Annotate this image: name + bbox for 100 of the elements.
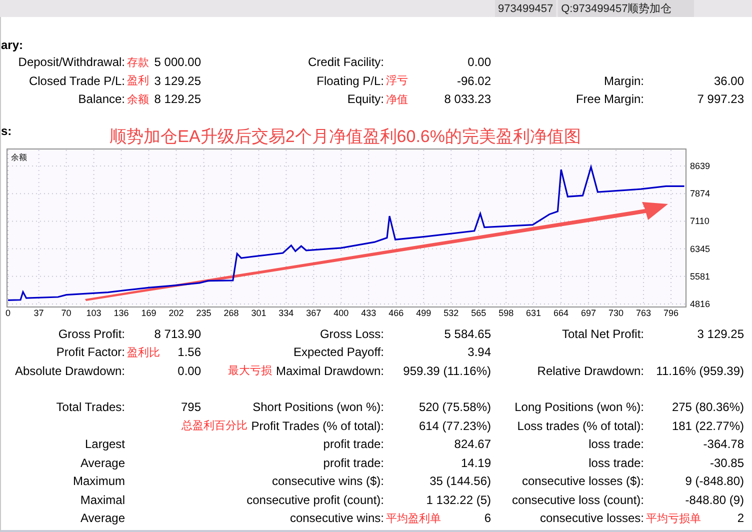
y-tick-label: 8639 [690,160,710,170]
stat-value: -364.78 [703,437,744,452]
stat-label: Loss trades (% of total): [517,418,644,433]
stat-label: consecutive wins ($): [272,474,384,488]
stat-label: Maximal Drawdown: [276,364,384,378]
stat-label: Free Margin: [576,92,644,106]
stat-label: Floating P/L: [316,74,384,88]
stat-value: 8 033.23 [444,92,491,106]
stat-label: loss trade: [588,437,644,452]
x-tick-label: 37 [34,308,44,318]
stat-label: Credit Facility: [308,55,384,70]
stat-value: 5 000.00 [154,55,201,70]
x-tick-label: 301 [251,308,266,318]
annotation-note: 平均亏损单 [646,510,701,526]
stat-label: Equity: [347,92,384,106]
section-heading: s: [1,122,12,138]
stat-value: -96.02 [456,74,491,88]
stat-value: 3 129.25 [154,74,201,88]
stat-value: 1 132.22 (5) [426,492,491,507]
stat-label: Relative Drawdown: [537,364,644,378]
x-tick-label: 202 [168,308,184,318]
stat-value: -30.85 [710,456,744,470]
stat-value: 8 713.90 [154,326,201,341]
stat-label: Profit Trades (% of total): [251,418,384,433]
stat-value: 2 [737,511,744,526]
stat-label: consecutive wins: [290,511,384,526]
stat-label: consecutive losses ($): [522,474,644,488]
stat-label: loss trade: [588,456,644,470]
account-name: Q:973499457顺势加仓 [558,0,694,17]
x-tick-label: 763 [636,308,652,318]
x-tick-label: 103 [86,308,102,318]
stat-value: 275 (80.36%) [672,400,744,414]
stat-value: 36.00 [714,74,744,88]
x-tick-label: 598 [498,308,514,318]
stat-value: 1.56 [178,345,201,360]
stat-label: Closed Trade P/L: [28,74,125,88]
section-heading: ary: [1,37,24,53]
stat-value: 959.39 (11.16%) [403,364,491,378]
x-tick-label: 532 [444,308,459,318]
stat-value: 3.94 [468,345,491,360]
stat-label: Gross Loss: [320,326,384,341]
stat-value: -848.80 (9) [685,492,744,507]
stat-label: Average [80,511,125,526]
x-tick-label: 70 [61,308,72,318]
stat-value: 0.00 [468,55,491,70]
x-tick-label: 796 [664,308,679,318]
annotation-note: 净值 [386,92,408,107]
x-tick-label: 565 [471,308,486,318]
stat-label: Profit Factor: [56,345,125,360]
stat-value: 11.16% (959.39) [656,364,744,378]
stat-value: 7 997.23 [697,92,744,106]
stat-label: Gross Profit: [58,326,125,341]
stat-value: 5 584.65 [444,326,491,341]
y-tick-label: 4816 [690,298,710,308]
x-tick-label: 433 [361,308,376,318]
legend-label: 余额 [11,152,27,162]
annotation-note: 盈利 [127,73,149,88]
stat-label: Deposit/Withdrawal: [18,55,125,70]
x-tick-label: 697 [581,308,596,318]
stat-label: consecutive profit (count): [246,492,384,507]
y-tick-label: 7110 [690,216,710,226]
stat-label: Average [80,456,125,470]
x-tick-label: 400 [334,308,349,318]
stat-label: Absolute Drawdown: [14,364,125,378]
stat-label: profit trade: [323,437,384,452]
stat-label: Maximum [72,474,125,488]
stat-label: Largest [84,437,125,452]
stat-value: 9 (-848.80) [685,474,744,488]
y-tick-label: 5581 [690,270,710,281]
x-tick-label: 268 [224,308,239,318]
annotation-note: 最大亏损 [228,363,272,378]
stat-value: 614 (77.23%) [418,418,491,433]
annotation-note: 存款 [127,54,149,70]
x-tick-label: 499 [416,308,432,318]
stat-value: 14.19 [460,456,491,470]
stat-value: 35 (144.56) [430,474,491,488]
x-tick-label: 367 [306,308,322,318]
stat-label: Margin: [604,74,644,88]
stat-label: Total Trades: [56,400,125,414]
x-tick-label: 169 [141,308,156,318]
stat-label: profit trade: [323,456,384,470]
stat-value: 181 (22.77%) [672,418,744,433]
account-number: 973499457 [495,0,556,17]
stat-value: 6 [484,511,491,526]
stat-value: 520 (75.58%) [418,400,491,414]
x-tick-label: 136 [114,308,129,318]
stat-label: Short Positions (won %): [252,400,384,414]
stat-label: consecutive loss (count): [512,492,644,507]
stat-value: 8 129.25 [154,92,201,106]
stat-label: Long Positions (won %): [514,400,644,414]
stat-value: 795 [180,400,201,414]
annotation-note: 平均盈利单 [386,510,441,526]
y-tick-label: 6345 [690,243,710,254]
annotation-note: 盈利比 [127,344,160,360]
stat-value: 3 129.25 [697,326,744,341]
stat-label: consecutive losses: [540,511,644,526]
x-tick-label: 730 [608,308,624,318]
stat-label: Expected Payoff: [293,345,384,360]
x-tick-label: 0 [6,308,10,318]
x-tick-label: 631 [526,308,542,318]
